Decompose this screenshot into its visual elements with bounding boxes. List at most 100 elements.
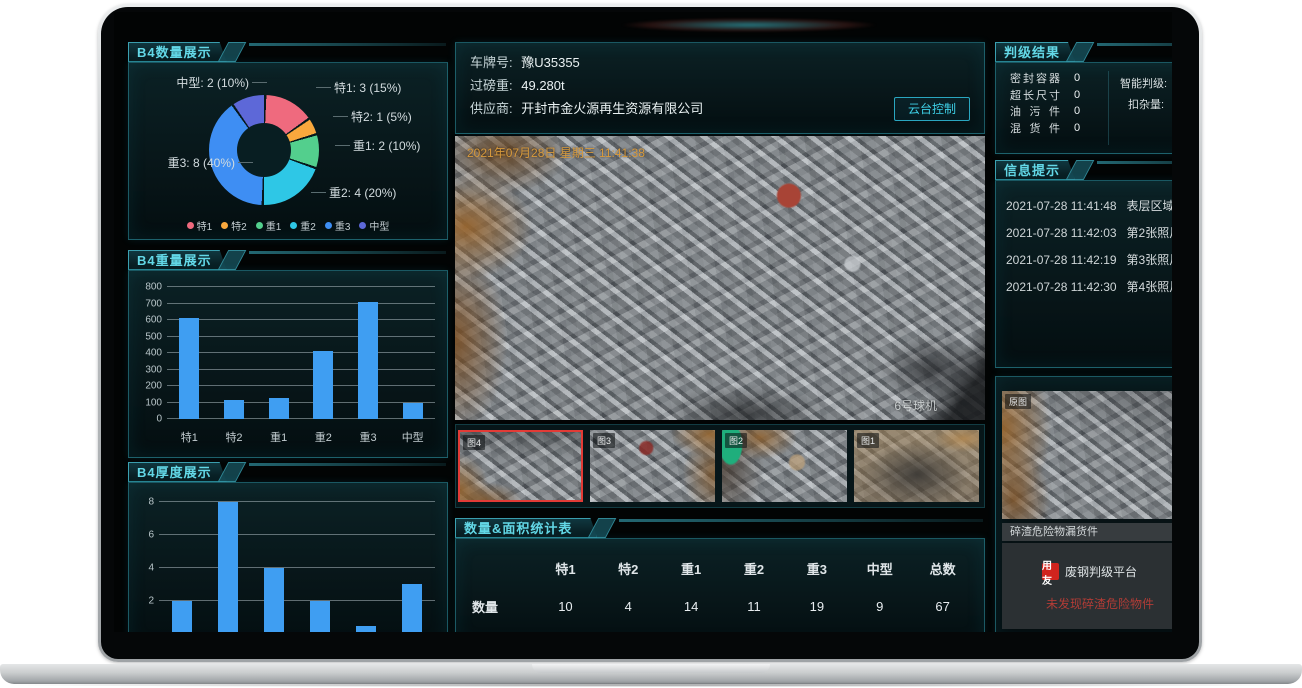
bar[interactable] — [224, 400, 244, 419]
laptop-base-notch — [532, 664, 770, 673]
legend-label: 特2 — [231, 218, 247, 233]
message-text: 第4张照片表层判 — [1127, 280, 1172, 294]
y-tick-label: 800 — [135, 282, 162, 293]
table-header-cell: 重3 — [785, 559, 848, 578]
thumbnail-badge: 图3 — [593, 433, 615, 448]
grading-label: 超长尺寸 — [1010, 87, 1060, 103]
bar[interactable] — [313, 351, 333, 419]
bar-slot — [212, 287, 257, 419]
bar-slot — [346, 287, 391, 419]
stats-table: 特1特2重1重2重3中型总数数量104141119967面积 — [456, 553, 974, 632]
legend-item-特1[interactable]: 特1 — [187, 218, 213, 233]
panel-weight: B4重量展示 0100200300400500600700800 特1特2重1重… — [128, 250, 448, 458]
legend-dot-icon — [221, 222, 228, 229]
header-line — [1097, 161, 1172, 164]
grading-value: 0 — [1074, 105, 1080, 117]
photo-thumbnail-图4[interactable]: 图4 — [458, 430, 583, 502]
bar[interactable] — [358, 302, 378, 419]
plate-value: 豫U35355 — [521, 55, 580, 70]
message-text: 第3张照片表层判 — [1127, 253, 1172, 267]
vehicle-info-lines: 车牌号: 豫U35355 过磅重: 49.280t 供应商: 开封市金火源再生资… — [470, 52, 703, 121]
x-tick-label: 中型 — [390, 429, 435, 445]
weigh-label: 过磅重: — [470, 78, 513, 93]
bar[interactable] — [356, 626, 376, 632]
table-header-cell: 总数 — [911, 559, 974, 578]
table-cell: 11 — [723, 599, 786, 614]
messages-header: 信息提示 — [995, 160, 1172, 180]
x-tick-label: 特1 — [167, 429, 212, 445]
main-camera-photo: 2021年07月28日 星期三 11:41:38 6号球机 — [455, 136, 985, 420]
platform-logo-row: 用友 废钢判级平台 — [1042, 563, 1137, 580]
grading-value: 0 — [1074, 122, 1080, 134]
legend-item-重2[interactable]: 重2 — [290, 218, 316, 233]
message-row: 2021-07-28 11:41:48表层区域计算成 — [1006, 193, 1172, 220]
legend-label: 中型 — [369, 218, 389, 233]
donut-label-重1: 重1: 2 (10%) — [353, 137, 420, 154]
detection-photo: 原图 — [1002, 391, 1172, 519]
platform-name: 废钢判级平台 — [1065, 563, 1137, 580]
legend-dot-icon — [359, 222, 366, 229]
top-glow-decoration — [584, 16, 914, 34]
y-tick-label: 8 — [127, 496, 154, 507]
header-deco-icon — [217, 462, 246, 482]
legend-item-中型[interactable]: 中型 — [359, 218, 389, 233]
panel-weight-body: 0100200300400500600700800 特1特2重1重2重3中型 — [128, 270, 448, 458]
bar[interactable] — [172, 601, 192, 632]
y-tick-label: 500 — [135, 331, 162, 342]
panel-messages: 信息提示 2021-07-28 11:41:48表层区域计算成2021-07-2… — [995, 160, 1172, 368]
photo-thumbnail-图2[interactable]: 图2 — [722, 430, 847, 502]
y-tick-label: 4 — [127, 562, 154, 573]
legend-dot-icon — [290, 222, 297, 229]
messages-body: 2021-07-28 11:41:48表层区域计算成 2021-07-28 11:… — [995, 180, 1172, 368]
photo-thumbnail-图1[interactable]: 图1 — [854, 430, 979, 502]
table-cell: 67 — [911, 599, 974, 614]
bar[interactable] — [402, 584, 422, 632]
message-text: 表层区域计算成 — [1127, 199, 1172, 213]
bar-slot — [251, 485, 297, 632]
table-cell: 14 — [660, 599, 723, 614]
bar[interactable] — [403, 403, 423, 420]
grading-right-label: 智能判级: — [1120, 75, 1167, 91]
donut-label-重3: 重3: 8 (40%) — [147, 154, 235, 171]
message-time: 2021-07-28 11:42:03 — [1006, 226, 1117, 240]
header-deco-icon — [217, 250, 246, 270]
camera-name-overlay: 6号球机 — [894, 397, 937, 414]
y-tick-label: 6 — [127, 529, 154, 540]
detection-body: 原图 碎渣危险物漏货件 用友 废钢判级平台 未发现碎渣危险物件 — [995, 376, 1172, 632]
legend-item-特2[interactable]: 特2 — [221, 218, 247, 233]
laptop-base-shadow — [10, 683, 1292, 687]
bar[interactable] — [310, 601, 330, 632]
x-tick-label: 重3 — [346, 429, 391, 445]
legend-item-重3[interactable]: 重3 — [325, 218, 351, 233]
legend-item-重1[interactable]: 重1 — [256, 218, 282, 233]
message-text: 第2张照片表层判 — [1127, 226, 1172, 240]
bar[interactable] — [179, 318, 199, 419]
table-header-cell: 特1 — [534, 559, 597, 578]
bar[interactable] — [218, 502, 238, 632]
panel-vehicle-info: 车牌号: 豫U35355 过磅重: 49.280t 供应商: 开封市金火源再生资… — [455, 42, 985, 134]
panel-quantity: B4数量展示 特1: 3 (15%)特2: 1 (5%)重1: 2 (10%)重… — [128, 42, 448, 240]
panel-thickness: B4厚度展示 2468 — [128, 462, 448, 632]
plate-line: 车牌号: 豫U35355 — [470, 52, 703, 69]
grading-label: 混货件 — [1010, 120, 1060, 136]
grading-value: 0 — [1074, 89, 1080, 101]
photo-thumbnail-图3[interactable]: 图3 — [590, 430, 715, 502]
header-line — [1097, 43, 1172, 46]
donut-label-特1: 特1: 3 (15%) — [334, 79, 401, 96]
panel-quantity-body: 特1: 3 (15%)特2: 1 (5%)重1: 2 (10%)重2: 4 (2… — [128, 62, 448, 240]
ptz-control-button[interactable]: 云台控制 — [894, 97, 970, 121]
header-line — [249, 463, 446, 466]
bar[interactable] — [269, 398, 289, 419]
y-tick-label: 600 — [135, 315, 162, 326]
panel-grading-result: 判级结果 密封容器0超长尺寸0油污件0混货件0 智能判级:扣杂量: — [995, 42, 1172, 154]
grading-label: 油污件 — [1010, 103, 1060, 119]
stats-table-header: 数量&面积统计表 — [455, 518, 985, 538]
supplier-value: 开封市金火源再生资源有限公司 — [521, 101, 703, 116]
header-deco-icon — [1066, 42, 1095, 62]
y-tick-label: 2 — [127, 595, 154, 606]
bar[interactable] — [264, 568, 284, 632]
panel-quantity-title: B4数量展示 — [128, 42, 227, 62]
grading-header: 判级结果 — [995, 42, 1172, 62]
header-deco-icon — [217, 42, 246, 62]
message-row: 2021-07-28 11:42:19第3张照片表层判 — [1006, 247, 1172, 274]
